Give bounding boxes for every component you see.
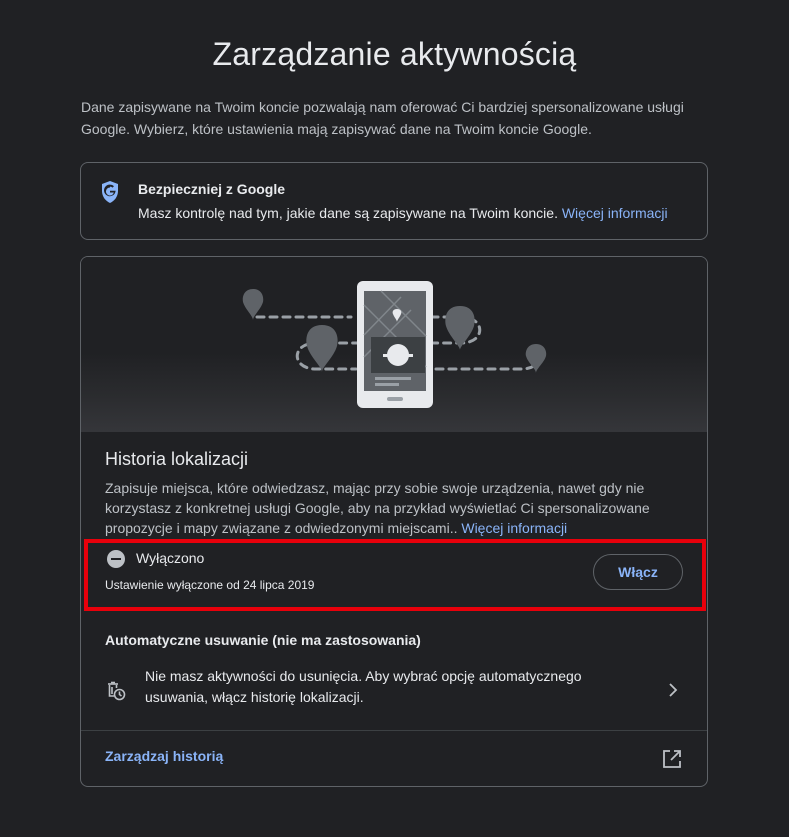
auto-delete-text: Nie masz aktywności do usunięcia. Aby wy… bbox=[145, 668, 582, 705]
minus-circle-icon bbox=[107, 550, 125, 568]
google-shield-icon bbox=[102, 181, 118, 203]
safer-more-info-link[interactable]: Więcej informacji bbox=[562, 205, 668, 221]
status-label: Wyłączono bbox=[136, 550, 205, 566]
enable-button[interactable]: Włącz bbox=[593, 554, 683, 590]
safer-title: Bezpieczniej z Google bbox=[138, 181, 286, 197]
location-history-title: Historia lokalizacji bbox=[105, 449, 249, 469]
safer-text: Masz kontrolę nad tym, jakie dane są zap… bbox=[138, 205, 668, 221]
safer-with-google-card: Bezpieczniej z Google Masz kontrolę nad … bbox=[80, 162, 708, 240]
manage-history-row[interactable]: Zarządzaj historią bbox=[81, 731, 707, 786]
open-in-new-icon[interactable] bbox=[661, 748, 683, 770]
auto-delete-title: Automatyczne usuwanie (nie ma zastosowan… bbox=[105, 632, 421, 648]
status-detail: Ustawienie wyłączone od 24 lipca 2019 bbox=[105, 578, 315, 592]
location-history-card: Historia lokalizacji Zapisuje miejsca, k… bbox=[80, 256, 708, 787]
location-more-info-link[interactable]: Więcej informacji bbox=[461, 520, 567, 536]
auto-delete-icon bbox=[108, 681, 126, 701]
chevron-right-icon bbox=[669, 683, 678, 697]
location-status-row: Wyłączono Ustawienie wyłączone od 24 lip… bbox=[81, 540, 707, 612]
location-illustration bbox=[81, 257, 707, 432]
manage-history-link[interactable]: Zarządzaj historią bbox=[105, 748, 223, 764]
auto-delete-row[interactable]: Nie masz aktywności do usunięcia. Aby wy… bbox=[81, 657, 707, 721]
page-title: Zarządzanie aktywnością bbox=[212, 36, 577, 72]
location-history-description: Zapisuje miejsca, które odwiedzasz, mają… bbox=[105, 480, 650, 536]
intro-text: Dane zapisywane na Twoim koncie pozwalaj… bbox=[81, 99, 684, 137]
